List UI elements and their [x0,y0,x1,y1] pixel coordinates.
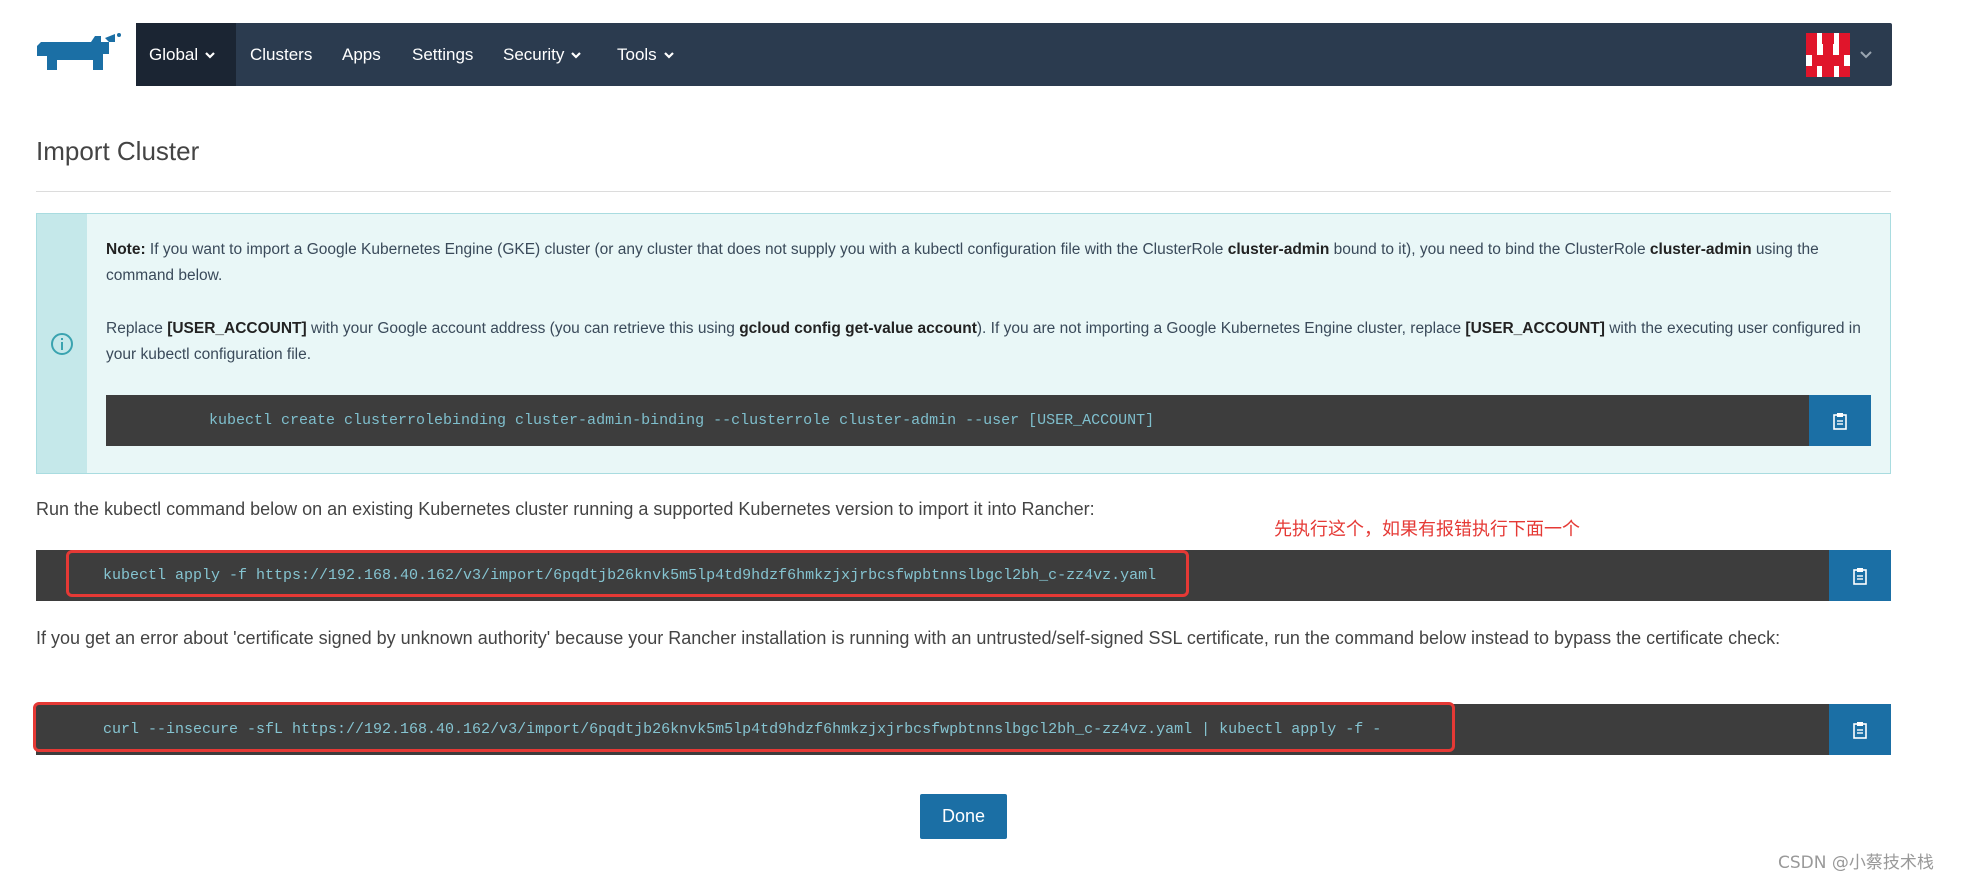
nav-security-label: Security [503,44,565,64]
clipboard-icon [1833,412,1847,430]
info-banner: Note: If you want to import a Google Kub… [36,213,1891,474]
banner-note-paragraph: Note: If you want to import a Google Kub… [106,237,1866,289]
nav-tools-label: Tools [617,44,657,64]
clipboard-icon [1853,567,1867,585]
title-divider [36,191,1891,192]
note-text-1: If you want to import a Google Kubernete… [145,241,1228,258]
nav-tools[interactable]: Tools [617,23,675,86]
chevron-down-icon [663,51,674,59]
nav-settings[interactable]: Settings [412,23,473,86]
nav-security[interactable]: Security [503,23,582,86]
banner-replace-paragraph: Replace [USER_ACCOUNT] with your Google … [106,316,1866,368]
replace-text-3: ). If you are not importing a Google Kub… [976,320,1466,337]
chevron-down-icon [571,51,582,59]
note-text-2: bound to it), you need to bind the Clust… [1329,241,1650,258]
note-label: Note: [106,241,146,258]
rancher-logo[interactable] [35,30,123,78]
copy-banner-command-button[interactable] [1809,395,1871,446]
annotation-text: 先执行这个，如果有报错执行下面一个 [1274,519,1580,540]
replace-text-2: with your Google account address (you ca… [306,320,740,337]
nav-global-label: Global [149,44,199,64]
run-instructions: Run the kubectl command below on an exis… [36,499,1095,519]
banner-command-text[interactable]: kubectl create clusterrolebinding cluste… [209,412,1154,429]
nav-global[interactable]: Global [136,23,236,86]
user-account-2: [USER_ACCOUNT] [1465,320,1605,337]
user-account-1: [USER_ACCOUNT] [167,320,307,337]
nav-clusters[interactable]: Clusters [250,23,312,86]
copy-import-command-button[interactable] [1829,550,1891,601]
done-button[interactable]: Done [920,794,1007,839]
highlight-box [66,550,1189,597]
highlight-box [33,702,1455,752]
chevron-down-icon[interactable] [1858,47,1874,63]
nav-settings-label: Settings [412,44,474,64]
nav-apps[interactable]: Apps [342,23,381,86]
certificate-error-instructions: If you get an error about 'certificate s… [36,628,1781,648]
page-title: Import Cluster [36,136,200,166]
gcloud-command: gcloud config get-value account [739,320,977,337]
user-avatar[interactable] [1806,33,1850,77]
replace-text-1: Replace [106,320,168,337]
top-navbar: Global Clusters Apps Settings Security T… [136,23,1892,86]
clipboard-icon [1853,721,1867,739]
cluster-admin-2: cluster-admin [1649,241,1752,258]
nav-apps-label: Apps [342,44,381,64]
info-circle-icon [51,333,73,355]
chevron-down-icon [205,51,215,59]
cluster-admin-1: cluster-admin [1227,241,1330,258]
copy-insecure-command-button[interactable] [1829,704,1891,755]
nav-clusters-label: Clusters [250,44,313,64]
watermark: CSDN @小蔡技术栈 [1778,853,1934,873]
banner-command-box[interactable]: kubectl create clusterrolebinding cluste… [106,395,1826,446]
